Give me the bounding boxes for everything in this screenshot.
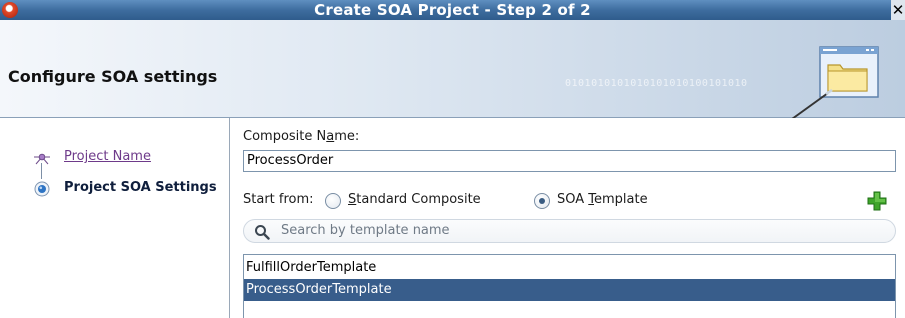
standard-composite-label[interactable]: Standard Composite <box>348 192 481 207</box>
wizard-nav: Project Name Project SOA Settings <box>0 118 230 318</box>
soa-settings-panel: Composite Name: ProcessOrder Start from:… <box>230 118 905 318</box>
list-item[interactable]: FulfillOrderTemplate <box>244 257 895 279</box>
decorative-binary-text: 0101010101010101010100101010 <box>565 78 748 89</box>
soa-template-radio[interactable] <box>534 193 550 209</box>
composite-name-label: Composite Name: <box>243 129 360 144</box>
add-icon[interactable] <box>867 191 887 211</box>
template-search-input[interactable]: Search by template name <box>243 219 896 243</box>
nav-item-label: Project SOA Settings <box>64 180 217 195</box>
nav-item-label: Project Name <box>64 149 151 164</box>
close-icon[interactable]: ✕ <box>891 0 905 20</box>
composite-name-input[interactable]: ProcessOrder <box>243 150 896 172</box>
search-placeholder: Search by template name <box>281 223 450 238</box>
soa-template-label[interactable]: SOA Template <box>557 192 648 207</box>
current-step-icon <box>34 181 50 197</box>
page-title: Configure SOA settings <box>8 67 218 86</box>
list-item[interactable]: ProcessOrderTemplate <box>244 279 895 301</box>
title-bar[interactable]: Create SOA Project - Step 2 of 2 ✕ <box>0 0 905 21</box>
start-from-label: Start from: <box>243 192 314 207</box>
nav-item-project-name[interactable]: Project Name <box>0 146 229 168</box>
standard-composite-radio[interactable] <box>325 193 341 209</box>
search-icon <box>255 225 270 240</box>
template-list[interactable]: FulfillOrderTemplate ProcessOrderTemplat… <box>243 254 896 318</box>
dialog-window: Create SOA Project - Step 2 of 2 ✕ Confi… <box>0 0 905 318</box>
folder-window-icon <box>791 46 879 120</box>
window-title: Create SOA Project - Step 2 of 2 <box>314 1 591 19</box>
wizard-header: Configure SOA settings 01010101010101010… <box>0 20 905 120</box>
step-link-icon <box>34 153 50 165</box>
nav-item-project-soa-settings[interactable]: Project SOA Settings <box>0 177 229 199</box>
